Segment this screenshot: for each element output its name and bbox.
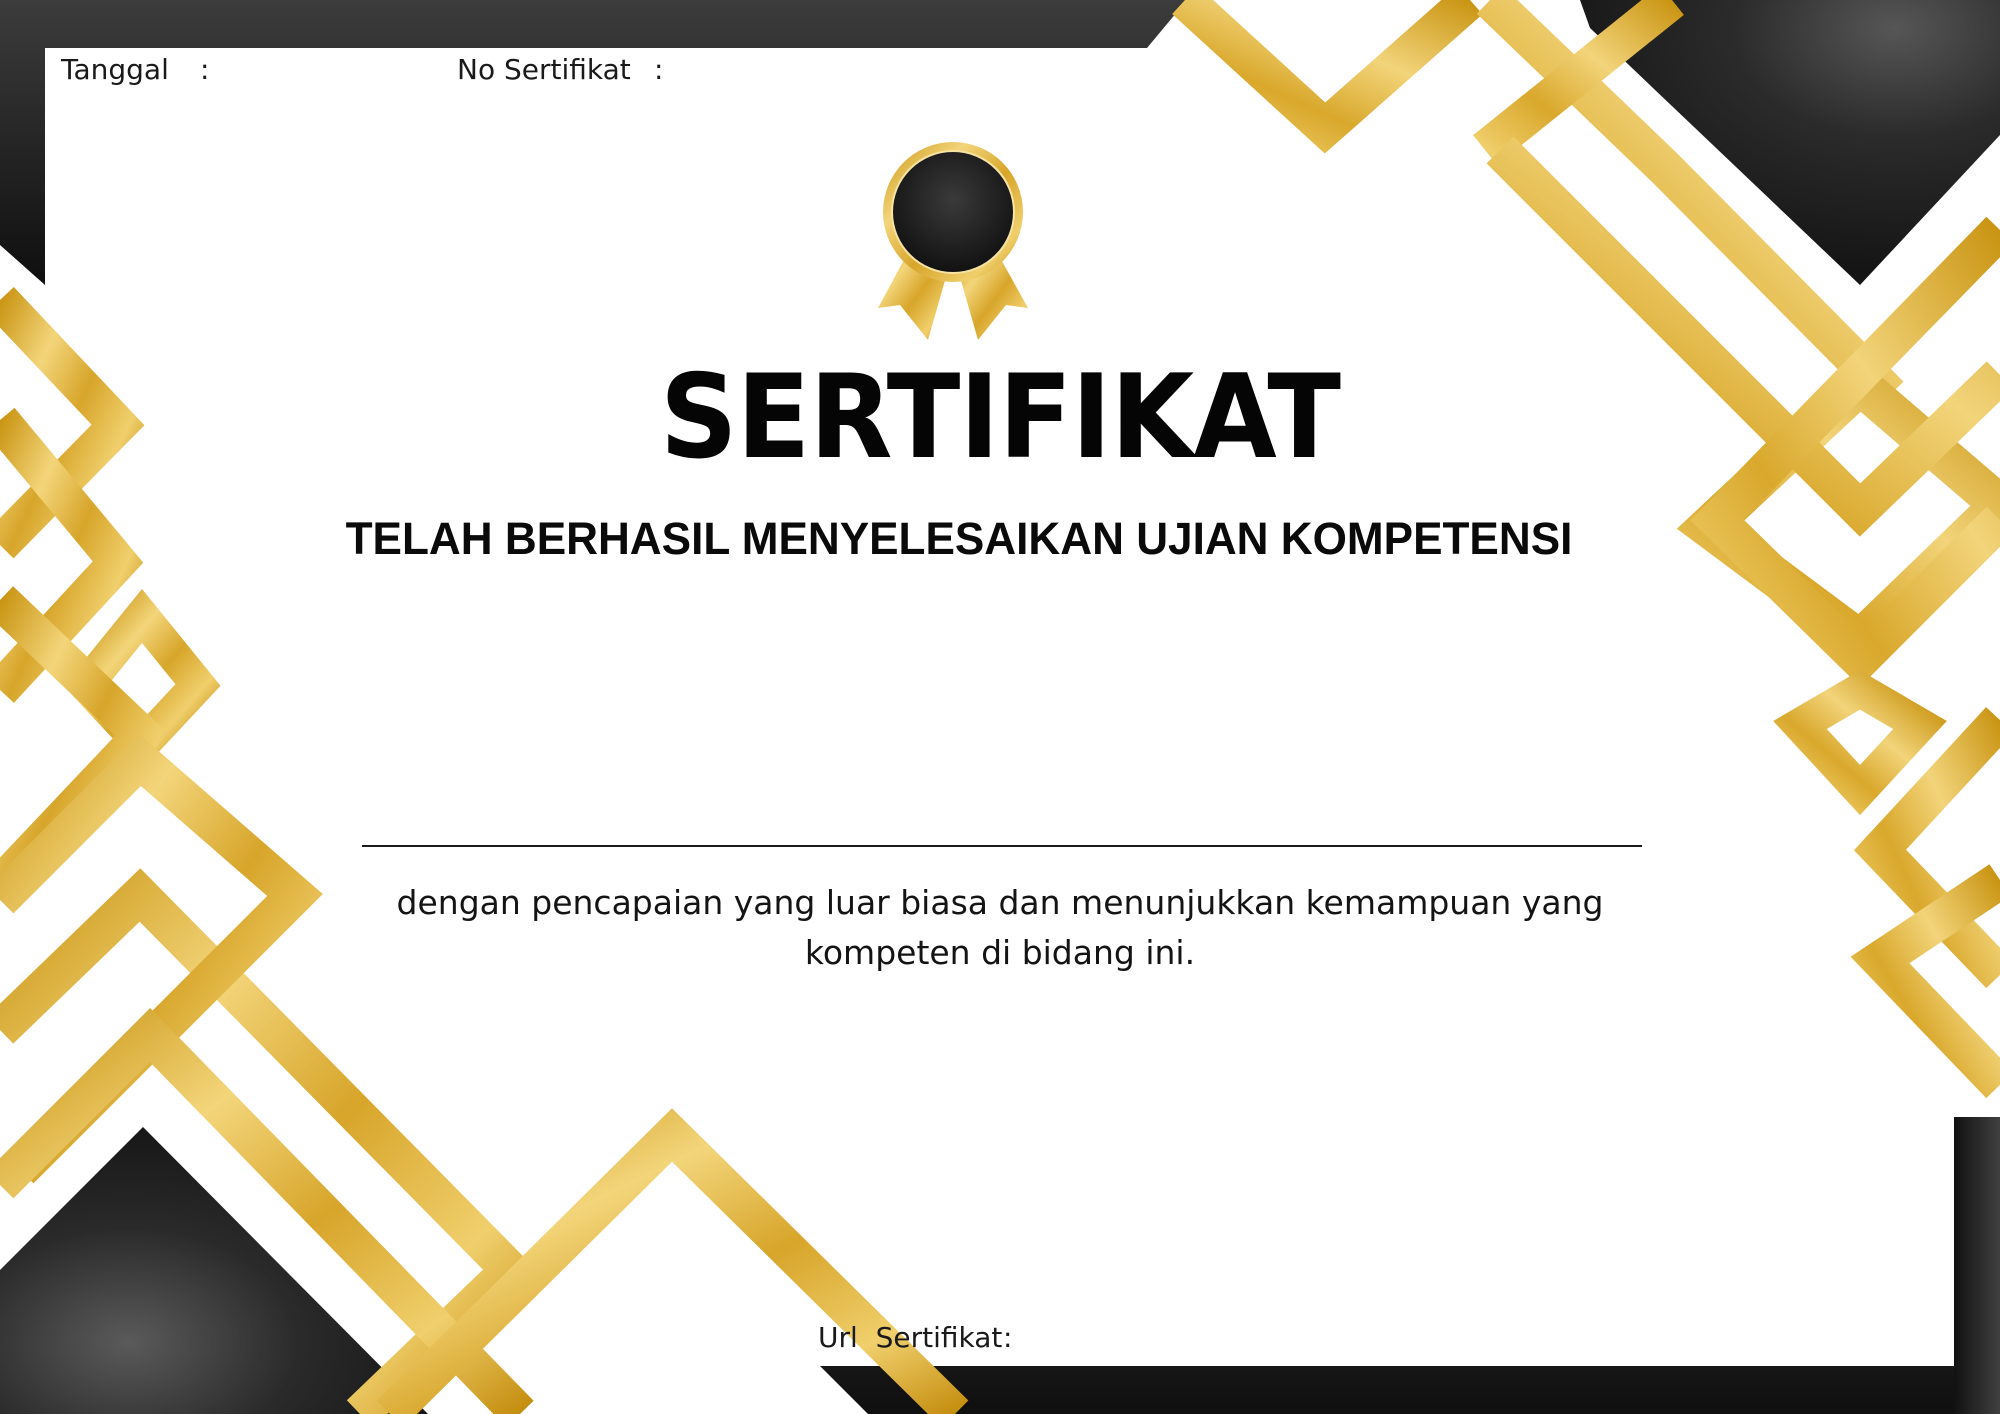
certificate-description: dengan pencapaian yang luar biasa dan me… [396, 883, 1604, 972]
right-edge-dark-bar [1954, 1117, 2000, 1414]
url-colon: : [1003, 1321, 1013, 1354]
certificate-number-label: No Sertifikat [457, 53, 631, 86]
certificate-subtitle: TELAH BERHASIL MENYELESAIKAN UJIAN KOMPE… [345, 513, 1573, 564]
award-ribbon-icon [878, 142, 1028, 340]
date-colon: : [200, 53, 210, 86]
certificate-page: Tanggal : No Sertifikat : SERTIFIKAT TEL… [0, 0, 2000, 1414]
certificate-number-colon: : [654, 53, 664, 86]
certificate-title: SERTIFIKAT [659, 350, 1341, 485]
recipient-name-line [362, 845, 1642, 847]
url-label: Url Sertifikat [818, 1321, 1003, 1354]
bottom-right-dark-bar [820, 1117, 2000, 1414]
date-label: Tanggal [61, 53, 169, 86]
certificate-artwork [0, 0, 2000, 1414]
